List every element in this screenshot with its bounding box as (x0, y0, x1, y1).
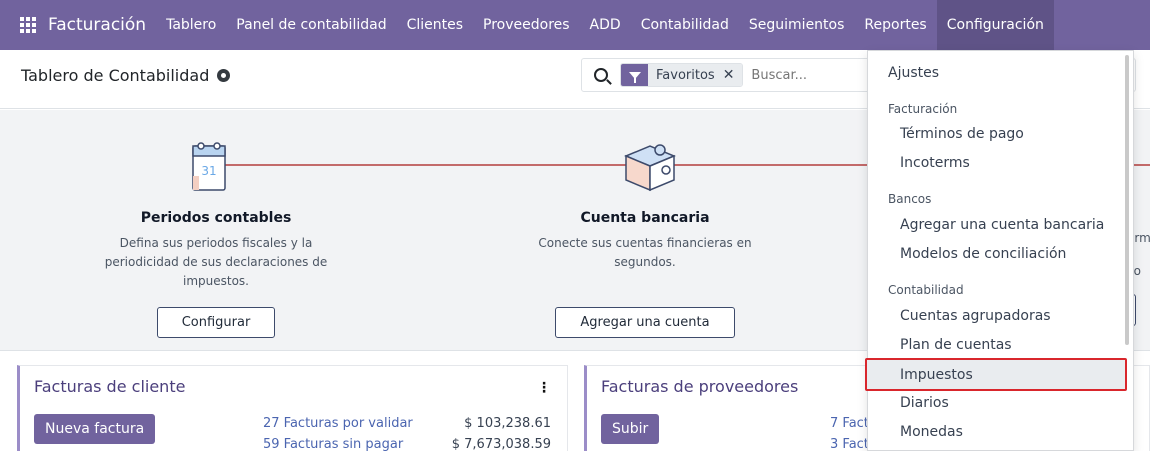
nav-item-proveedores[interactable]: Proveedores (473, 0, 580, 50)
menu-section-bancos: Bancos (888, 192, 932, 206)
page-title-text: Tablero de Contabilidad (21, 66, 210, 85)
configurar-button[interactable]: Configurar (156, 307, 276, 338)
search-input[interactable] (751, 67, 872, 83)
calendar-icon: 31 (185, 136, 247, 198)
nav-item-reportes[interactable]: Reportes (854, 0, 936, 50)
nueva-factura-button[interactable]: Nueva factura (34, 414, 156, 444)
filter-icon (621, 64, 648, 86)
step-title: Cuenta bancaria (580, 210, 710, 226)
nav-item-panel-contabilidad[interactable]: Panel de contabilidad (226, 0, 396, 50)
menu-item-agregar-cuenta-bancaria[interactable]: Agregar una cuenta bancaria (868, 211, 1126, 239)
facet-label: Favoritos (648, 64, 723, 86)
card-title[interactable]: Facturas de cliente (34, 377, 185, 396)
menu-item-plan-cuentas[interactable]: Plan de cuentas (868, 331, 1126, 359)
page-title: Tablero de Contabilidad (21, 66, 231, 85)
step-desc-line: Defina sus periodos fiscales y la (119, 236, 313, 250)
nav-item-seguimientos[interactable]: Seguimientos (739, 0, 855, 50)
menu-item-ajustes[interactable]: Ajustes (868, 59, 1126, 87)
step-description: Conecte sus cuentas financieras en segun… (505, 234, 785, 272)
menu-item-monedas[interactable]: Monedas (868, 418, 1126, 446)
puzzle-icon (614, 136, 676, 198)
menu-item-diarios[interactable]: Diarios (868, 389, 1126, 417)
facet-close-icon[interactable]: ✕ (722, 64, 743, 86)
step-title: Periodos contables (140, 210, 292, 226)
apps-menu-button[interactable] (8, 0, 48, 50)
nav-item-add[interactable]: ADD (580, 0, 631, 50)
svg-text:31: 31 (201, 164, 216, 178)
menu-item-impuestos[interactable]: Impuestos (865, 358, 1127, 391)
step-desc-line: impuestos. (183, 274, 249, 288)
card-stat-amount: $ 103,238.61 (464, 416, 551, 431)
step-desc-line: segundos. (614, 255, 676, 269)
app-name[interactable]: Facturación (48, 0, 156, 50)
gear-icon[interactable] (217, 69, 231, 82)
card-facturas-cliente: Facturas de cliente ⋮ Nueva factura 27 F… (17, 365, 568, 451)
configuracion-dropdown-menu: Ajustes Facturación Términos de pago Inc… (865, 50, 1134, 451)
card-stat-link[interactable]: 59 Facturas sin pagar (263, 437, 403, 451)
apps-grid-icon (20, 17, 36, 33)
card-stat-link[interactable]: 27 Facturas por validar (263, 416, 413, 431)
onboarding-step-periodos: 31 Periodos contables Defina sus periodo… (76, 136, 356, 338)
card-stat-link[interactable]: 3 Fact (830, 437, 869, 451)
top-navbar: Facturación Tablero Panel de contabilida… (0, 0, 1150, 50)
agregar-cuenta-button[interactable]: Agregar una cuenta (555, 307, 735, 338)
menu-item-modelos-conciliacion[interactable]: Modelos de conciliación (868, 240, 1126, 268)
search-facet: Favoritos ✕ (620, 63, 744, 87)
card-title[interactable]: Facturas de proveedores (601, 377, 798, 396)
menu-item-cuentas-agrupadoras[interactable]: Cuentas agrupadoras (868, 302, 1126, 330)
nav-item-configuracion[interactable]: Configuración (936, 0, 1054, 50)
kebab-menu-icon[interactable]: ⋮ (537, 380, 551, 396)
step-description: Defina sus periodos fiscales y la period… (76, 234, 356, 291)
menu-section-facturacion: Facturación (888, 102, 958, 116)
menu-item-terminos-pago[interactable]: Términos de pago (868, 120, 1126, 148)
menu-section-contabilidad: Contabilidad (888, 283, 964, 297)
subir-button[interactable]: Subir (601, 414, 660, 444)
nav-item-clientes[interactable]: Clientes (397, 0, 473, 50)
onboarding-step-cuenta-bancaria: Cuenta bancaria Conecte sus cuentas fina… (505, 136, 785, 338)
card-stat-link[interactable]: 7 Fact (830, 416, 869, 431)
search-icon[interactable] (594, 68, 608, 82)
menu-item-incoterms[interactable]: Incoterms (868, 149, 1126, 177)
card-stat-amount: $ 7,673,038.59 (451, 437, 551, 451)
step-desc-line: periodicidad de sus declaraciones de (104, 255, 328, 269)
nav-item-contabilidad[interactable]: Contabilidad (631, 0, 739, 50)
step-desc-line: Conecte sus cuentas financieras en (538, 236, 752, 250)
nav-item-tablero[interactable]: Tablero (156, 0, 226, 50)
